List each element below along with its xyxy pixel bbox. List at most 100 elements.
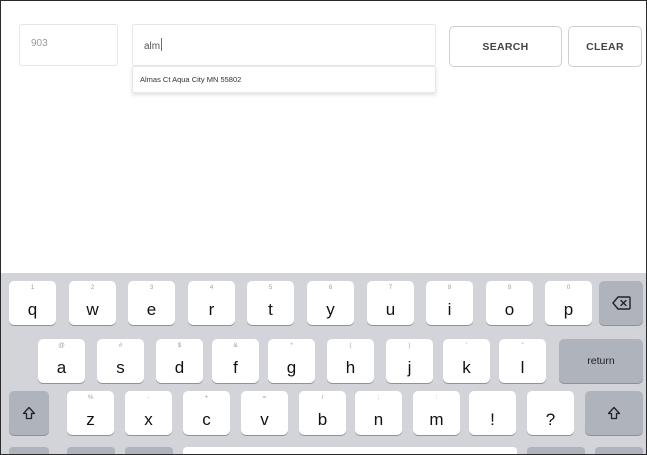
key-label: n (373, 410, 384, 429)
shift-key-right[interactable] (585, 391, 643, 435)
key-hint: 3 (149, 284, 154, 291)
key-hint: 4 (209, 284, 214, 291)
key-i[interactable]: 8i (426, 281, 473, 325)
key-exclamation[interactable]: ! (469, 391, 516, 435)
onscreen-keyboard: 1q 2w 3e 4r 5t 6y 7u 8i 9o 0p @ a # s $ d &… (1, 273, 646, 454)
key-hint: 8 (447, 284, 452, 291)
mic-key[interactable] (125, 447, 173, 454)
key-hint: 0 (566, 284, 571, 291)
key-hint: 6 (328, 284, 333, 291)
key-j[interactable]: ) j (386, 339, 433, 383)
key-label: r (208, 300, 215, 319)
key-label: o (504, 300, 515, 319)
street-search-input[interactable]: alm (132, 24, 436, 66)
key-o[interactable]: 9o (486, 281, 533, 325)
key-label: q (27, 300, 38, 319)
key-label: c (202, 410, 211, 429)
key-a[interactable]: @ a (38, 339, 85, 383)
space-key[interactable] (183, 447, 517, 454)
key-f[interactable]: & f (212, 339, 259, 383)
key-hint: ) (408, 342, 411, 349)
key-label: l (520, 358, 525, 377)
key-label: m (429, 410, 444, 429)
house-number-value: 903 (31, 38, 48, 49)
search-button-label: SEARCH (482, 40, 529, 53)
key-hint: = (262, 394, 267, 401)
address-suggestion-text: Almas Ct Aqua City MN 55802 (140, 75, 242, 84)
search-button[interactable]: SEARCH (449, 26, 562, 67)
key-b[interactable]: / b (299, 391, 346, 435)
key-label: x (144, 410, 153, 429)
key-w[interactable]: 2w (69, 281, 116, 325)
key-v[interactable]: = v (241, 391, 288, 435)
key-label: t (268, 300, 273, 319)
key-hint: $ (177, 342, 182, 349)
key-label: z (86, 410, 95, 429)
key-hint: 2 (90, 284, 95, 291)
key-label: f (233, 358, 238, 377)
key-q[interactable]: 1q (9, 281, 56, 325)
key-label: d (174, 358, 185, 377)
key-label: v (260, 410, 269, 429)
key-hint: - (147, 394, 150, 401)
key-u[interactable]: 7u (367, 281, 414, 325)
key-hint: ; (377, 394, 380, 401)
key-hint: % (87, 394, 94, 401)
key-hint: " (521, 342, 524, 349)
key-label: s (116, 358, 125, 377)
numbers-key-right[interactable] (527, 447, 585, 454)
key-t[interactable]: 5t (247, 281, 294, 325)
house-number-input[interactable]: 903 (19, 24, 118, 66)
clear-button[interactable]: CLEAR (568, 26, 642, 67)
key-hint: * (290, 342, 293, 349)
numbers-key[interactable] (9, 447, 49, 454)
key-hint: 5 (268, 284, 273, 291)
key-z[interactable]: % z (67, 391, 114, 435)
key-label: h (345, 358, 356, 377)
shift-icon (9, 391, 49, 435)
key-label: y (326, 300, 335, 319)
key-label: k (462, 358, 471, 377)
backspace-key[interactable] (599, 281, 643, 325)
key-label: i (447, 300, 452, 319)
key-label: ! (490, 410, 495, 429)
key-hint: 9 (507, 284, 512, 291)
key-hint: @ (58, 342, 65, 349)
key-m[interactable]: :m (413, 391, 460, 435)
shift-icon (585, 391, 643, 435)
key-label: w (86, 300, 99, 319)
key-p[interactable]: 0p (545, 281, 592, 325)
key-k[interactable]: ' k (443, 339, 490, 383)
key-g[interactable]: * g (268, 339, 315, 383)
key-r[interactable]: 4r (188, 281, 235, 325)
key-n[interactable]: ; n (355, 391, 402, 435)
key-hint: 1 (30, 284, 35, 291)
key-s[interactable]: # s (97, 339, 144, 383)
key-hint: 7 (388, 284, 393, 291)
key-hint: # (118, 342, 123, 349)
dismiss-keyboard-key[interactable] (595, 447, 643, 454)
key-label: p (563, 300, 574, 319)
text-caret (161, 38, 163, 51)
globe-key[interactable] (67, 447, 115, 454)
key-hint: : (435, 394, 438, 401)
key-h[interactable]: (h (327, 339, 374, 383)
return-key[interactable]: return (559, 339, 643, 383)
key-label: j (407, 358, 412, 377)
key-hint: & (233, 342, 238, 349)
app-frame: 903 alm SEARCH CLEAR Almas Ct Aqua City … (0, 0, 647, 455)
key-label: b (317, 410, 328, 429)
key-l[interactable]: " l (499, 339, 546, 383)
address-suggestion-item[interactable]: Almas Ct Aqua City MN 55802 (132, 66, 436, 93)
key-hint: ' (465, 342, 468, 349)
key-question[interactable]: ? (527, 391, 574, 435)
key-c[interactable]: + c (183, 391, 230, 435)
key-d[interactable]: $ d (156, 339, 203, 383)
key-y[interactable]: 6y (307, 281, 354, 325)
key-e[interactable]: 3e (128, 281, 175, 325)
key-x[interactable]: -x (125, 391, 172, 435)
clear-button-label: CLEAR (586, 40, 624, 53)
return-key-label: return (587, 355, 615, 367)
backspace-icon (599, 281, 643, 325)
shift-key-left[interactable] (9, 391, 49, 435)
